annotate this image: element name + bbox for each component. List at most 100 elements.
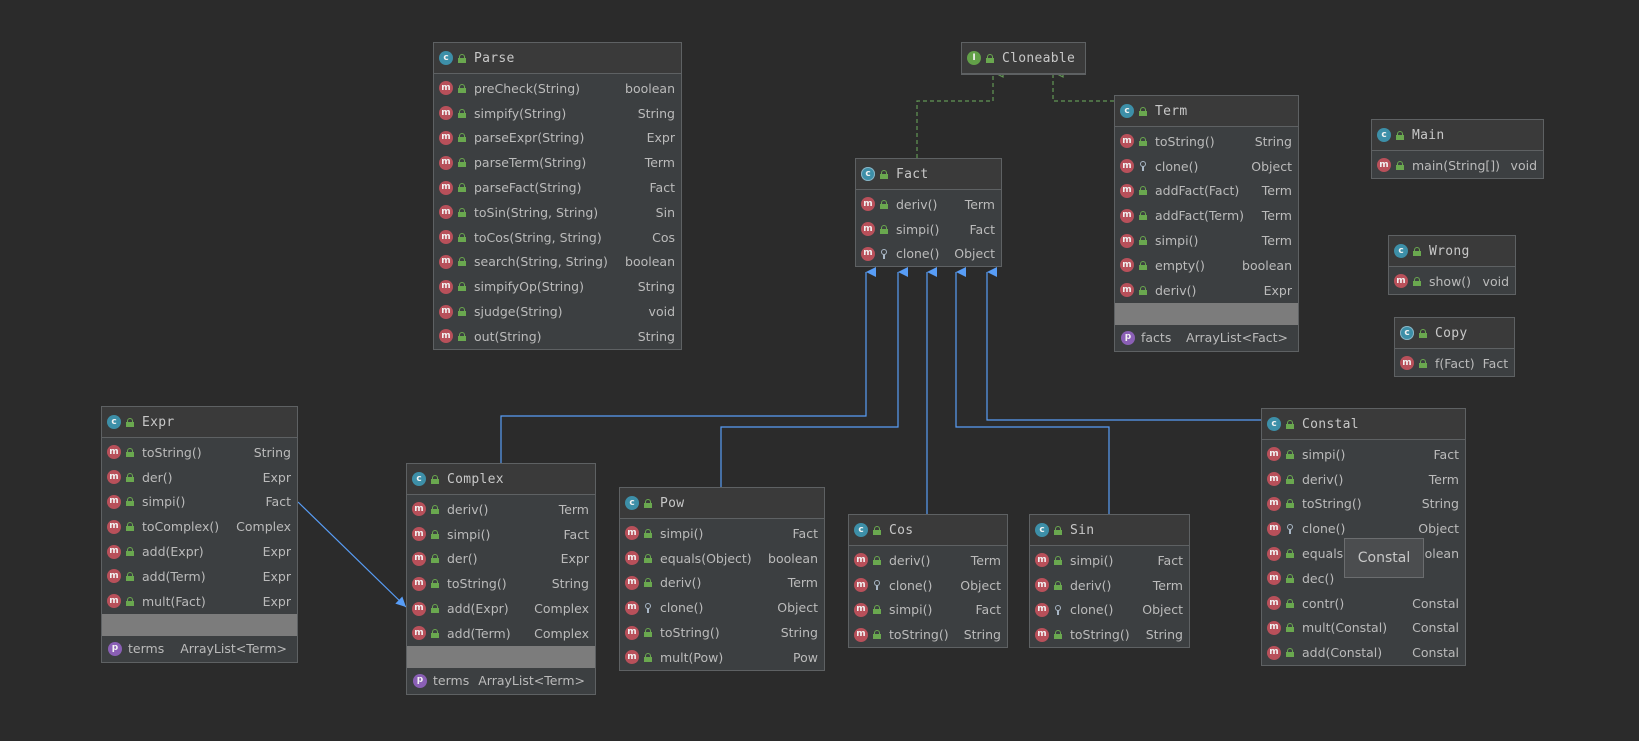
method-row[interactable]: m deriv() Term (1262, 467, 1465, 492)
node-header[interactable]: I Cloneable (962, 43, 1085, 74)
method-row[interactable]: m simpi() Fact (407, 522, 595, 547)
method-row[interactable]: m toString() String (1115, 129, 1298, 154)
method-row[interactable]: m empty() boolean (1115, 253, 1298, 278)
method-row[interactable]: m equals(Object) boolean (620, 546, 824, 571)
uml-class-complex[interactable]: c Complex m deriv() Term m simpi() Fact m der() Ex… (406, 463, 596, 695)
uml-class-cos[interactable]: c Cos m deriv() Term m clone() Object m simpi() Fa… (848, 514, 1008, 649)
public-lock-icon (1139, 186, 1147, 196)
method-row[interactable]: m simpi() Fact (1262, 442, 1465, 467)
method-row[interactable]: m simpi() Fact (1030, 548, 1189, 573)
method-row[interactable]: m mult(Fact) Expr (102, 589, 297, 614)
method-row[interactable]: m mult(Pow) Pow (620, 645, 824, 670)
node-header[interactable]: c Main (1372, 120, 1543, 151)
uml-class-pow[interactable]: c Pow m simpi() Fact m equals(Object) boolean m d… (619, 487, 825, 671)
method-row[interactable]: m add(Term) Expr (102, 564, 297, 589)
method-name: simpi() (889, 602, 933, 618)
method-row[interactable]: m simpi() Fact (102, 490, 297, 515)
method-row[interactable]: m add(Constal) Constal (1262, 640, 1465, 665)
method-row[interactable]: m simpify(String) String (434, 101, 681, 126)
uml-class-main[interactable]: c Main m main(String[]) void (1371, 119, 1544, 179)
method-row[interactable]: m simpifyOp(String) String (434, 274, 681, 299)
method-row[interactable]: m deriv() Term (1030, 573, 1189, 598)
method-row[interactable]: m search(String, String) boolean (434, 250, 681, 275)
node-header[interactable]: c Sin (1030, 515, 1189, 546)
edge-extends-pow-to-fact[interactable] (720, 267, 908, 487)
method-row[interactable]: m toString() String (1262, 492, 1465, 517)
method-row[interactable]: m deriv() Term (620, 571, 824, 596)
method-row[interactable]: m toString() String (849, 622, 1007, 647)
method-return-type: Object (954, 246, 995, 262)
method-row[interactable]: m add(Expr) Complex (407, 596, 595, 621)
edge-implements-term-to-cloneable[interactable] (1053, 72, 1114, 102)
edge-extends-sin-to-fact[interactable] (955, 267, 1110, 514)
method-row[interactable]: m preCheck(String) boolean (434, 76, 681, 101)
uml-abstract-fact[interactable]: c Fact m deriv() Term m simpi() Fact m clone() Obj… (855, 158, 1002, 268)
public-lock-icon (644, 628, 652, 638)
node-header[interactable]: c Expr (102, 407, 297, 438)
method-row[interactable]: m parseTerm(String) Term (434, 150, 681, 175)
uml-class-sin[interactable]: c Sin m simpi() Fact m deriv() Term m clone() Obje… (1029, 514, 1190, 649)
method-row[interactable]: m der() Expr (407, 547, 595, 572)
method-row[interactable]: m deriv() Term (856, 192, 1001, 217)
method-row[interactable]: m f(Fact) Fact (1395, 351, 1514, 376)
method-row[interactable]: m deriv() Term (849, 548, 1007, 573)
uml-diagram-canvas[interactable]: c Parse m preCheck(String) boolean m simpify(S… (0, 0, 1639, 741)
node-header[interactable]: c Copy (1395, 318, 1514, 349)
node-header[interactable]: c Term (1115, 96, 1298, 127)
node-header[interactable]: c Complex (407, 464, 595, 495)
method-row[interactable]: m clone() Object (856, 242, 1001, 267)
method-row[interactable]: m clone() Object (849, 573, 1007, 598)
method-row[interactable]: m clone() Object (620, 595, 824, 620)
uml-abstract-copy[interactable]: c Copy m f(Fact) Fact (1394, 317, 1515, 377)
node-header[interactable]: c Constal (1262, 409, 1465, 440)
node-header[interactable]: c Wrong (1389, 236, 1515, 267)
method-row[interactable]: m toString() String (407, 571, 595, 596)
method-row[interactable]: m toString() String (1030, 622, 1189, 647)
method-row[interactable]: m simpi() Fact (856, 217, 1001, 242)
method-row[interactable]: m show() void (1389, 269, 1515, 294)
edge-implements-fact-to-cloneable[interactable] (916, 72, 993, 158)
method-row[interactable]: m deriv() Expr (1115, 278, 1298, 303)
field-row[interactable]: p terms ArrayList<Term> (407, 668, 595, 694)
method-name: main(String[]) (1412, 157, 1501, 173)
method-row[interactable]: m der() Expr (102, 465, 297, 490)
node-header[interactable]: c Parse (434, 43, 681, 74)
method-row[interactable]: m out(String) String (434, 324, 681, 349)
method-row[interactable]: m simpi() Fact (849, 598, 1007, 623)
method-row[interactable]: m toCos(String, String) Cos (434, 225, 681, 250)
method-row[interactable]: m simpi() Term (1115, 228, 1298, 253)
method-row[interactable]: m addFact(Term) Term (1115, 203, 1298, 228)
uml-class-term[interactable]: c Term m toString() String m clone() Object m add… (1114, 95, 1299, 352)
uml-class-wrong[interactable]: c Wrong m show() void (1388, 235, 1516, 295)
method-row[interactable]: m parseFact(String) Fact (434, 175, 681, 200)
method-row[interactable]: m add(Expr) Expr (102, 539, 297, 564)
field-row[interactable]: p terms ArrayList<Term> (102, 636, 297, 662)
edge-association-expr-to-complex[interactable] (297, 501, 407, 608)
method-return-type: Fact (969, 221, 995, 237)
node-header[interactable]: c Fact (856, 159, 1001, 190)
method-row[interactable]: m contr() Constal (1262, 591, 1465, 616)
method-row[interactable]: m clone() Object (1030, 598, 1189, 623)
method-return-type: Term (1152, 577, 1183, 593)
uml-class-expr[interactable]: c Expr m toString() String m der() Expr m simpi()… (101, 406, 298, 663)
method-row[interactable]: m clone() Object (1115, 154, 1298, 179)
method-row[interactable]: m main(String[]) void (1372, 153, 1543, 178)
method-row[interactable]: m simpi() Fact (620, 521, 824, 546)
method-icon: m (861, 222, 875, 237)
uml-interface-cloneable[interactable]: I Cloneable (961, 42, 1086, 75)
method-row[interactable]: m addFact(Fact) Term (1115, 179, 1298, 204)
method-row[interactable]: m toString() String (102, 440, 297, 465)
method-row[interactable]: m deriv() Term (407, 497, 595, 522)
node-header[interactable]: c Pow (620, 488, 824, 519)
method-return-type: Object (960, 577, 1001, 593)
method-row[interactable]: m parseExpr(String) Expr (434, 126, 681, 151)
method-row[interactable]: m toString() String (620, 620, 824, 645)
method-row[interactable]: m mult(Constal) Constal (1262, 616, 1465, 641)
method-row[interactable]: m add(Term) Complex (407, 621, 595, 646)
method-row[interactable]: m sjudge(String) void (434, 299, 681, 324)
field-row[interactable]: p facts ArrayList<Fact> (1115, 325, 1298, 351)
node-header[interactable]: c Cos (849, 515, 1007, 546)
uml-class-parse[interactable]: c Parse m preCheck(String) boolean m simpify(S… (433, 42, 682, 350)
method-row[interactable]: m toComplex() Complex (102, 514, 297, 539)
method-row[interactable]: m toSin(String, String) Sin (434, 200, 681, 225)
